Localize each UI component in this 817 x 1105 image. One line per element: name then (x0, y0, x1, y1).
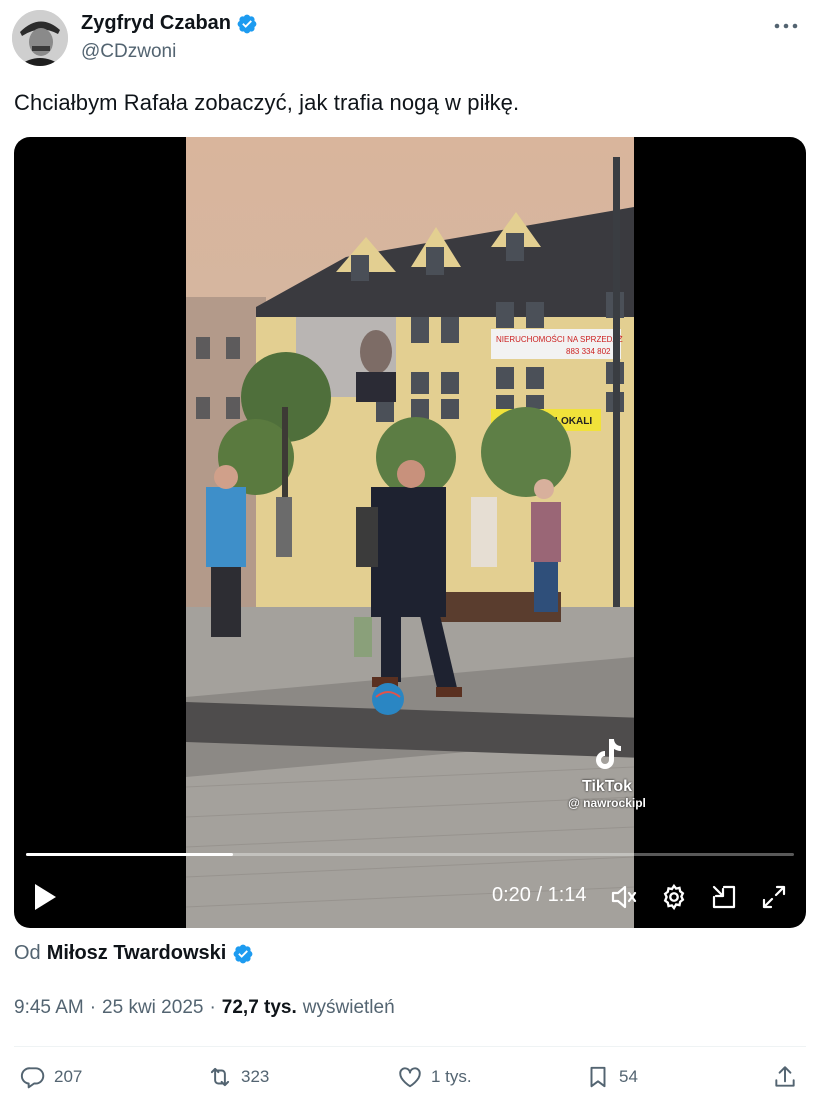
tweet-time[interactable]: 9:45 AM (14, 997, 84, 1019)
tiktok-username: @ nawrockipl (568, 796, 646, 810)
repost-icon (210, 1067, 230, 1087)
tiktok-logo-icon (596, 739, 621, 769)
repost-button[interactable]: 323 (207, 1064, 269, 1090)
share-button[interactable] (772, 1064, 798, 1090)
more-options-icon[interactable] (771, 14, 801, 38)
reply-count: 207 (54, 1067, 83, 1086)
play-icon[interactable] (32, 882, 58, 912)
tweet-meta: 9:45 AM · 25 kwi 2025 · 72,7 tys. wyświe… (14, 997, 395, 1019)
tweet-text: Chciałbym Rafała zobaczyć, jak trafia no… (14, 90, 520, 115)
attribution-prefix: Od (14, 942, 41, 964)
like-button[interactable]: 1 tys. (397, 1064, 472, 1090)
divider (14, 1046, 806, 1047)
reply-button[interactable]: 207 (20, 1064, 82, 1090)
share-icon (775, 1066, 795, 1087)
like-count: 1 tys. (431, 1067, 472, 1086)
tiktok-brand: TikTok (581, 778, 633, 795)
author-avatar[interactable] (12, 10, 68, 66)
video-progress-fill (26, 853, 234, 856)
verified-badge-icon (232, 943, 254, 965)
views-count: 72,7 tys. (221, 997, 297, 1018)
video-progress-bar[interactable] (26, 853, 794, 856)
bookmark-count: 54 (619, 1067, 638, 1086)
fullscreen-icon[interactable] (760, 883, 788, 911)
video-player[interactable]: NIERUCHOMOŚCI NA SPRZEDAŻ 883 334 802 WY… (14, 137, 806, 928)
meta-separator: · (89, 997, 97, 1018)
tweet-header: Zygfryd Czaban @CDzwoni (12, 8, 807, 68)
attribution-author[interactable]: Miłosz Twardowski (47, 942, 227, 965)
tweet-date[interactable]: 25 kwi 2025 (102, 997, 203, 1019)
verified-badge-icon (236, 13, 258, 35)
author-handle[interactable]: @CDzwoni (81, 41, 176, 63)
video-attribution: Od Miłosz Twardowski (14, 942, 254, 965)
banner-text: NIERUCHOMOŚCI NA SPRZEDAŻ (496, 335, 623, 344)
meta-separator: · (209, 997, 216, 1018)
bookmark-icon (590, 1066, 606, 1088)
repost-count: 323 (241, 1067, 270, 1086)
picture-in-picture-icon[interactable] (710, 883, 738, 911)
volume-muted-icon[interactable] (610, 883, 638, 911)
settings-gear-icon[interactable] (660, 883, 688, 911)
tiktok-watermark: TikTok @ nawrockipl (562, 737, 652, 810)
banner-phone: 883 334 802 (566, 347, 611, 356)
views-label: wyświetleń (302, 997, 395, 1018)
video-time: 0:20 / 1:14 (492, 884, 587, 906)
author-name[interactable]: Zygfryd Czaban (81, 12, 231, 35)
action-bar: 207 323 1 tys. 54 (0, 1060, 817, 1100)
bookmark-button[interactable]: 54 (585, 1064, 638, 1090)
heart-icon (399, 1067, 421, 1088)
reply-icon (20, 1067, 45, 1089)
video-controls: 0:20 / 1:14 (14, 872, 806, 922)
author-name-row: Zygfryd Czaban (81, 12, 258, 35)
